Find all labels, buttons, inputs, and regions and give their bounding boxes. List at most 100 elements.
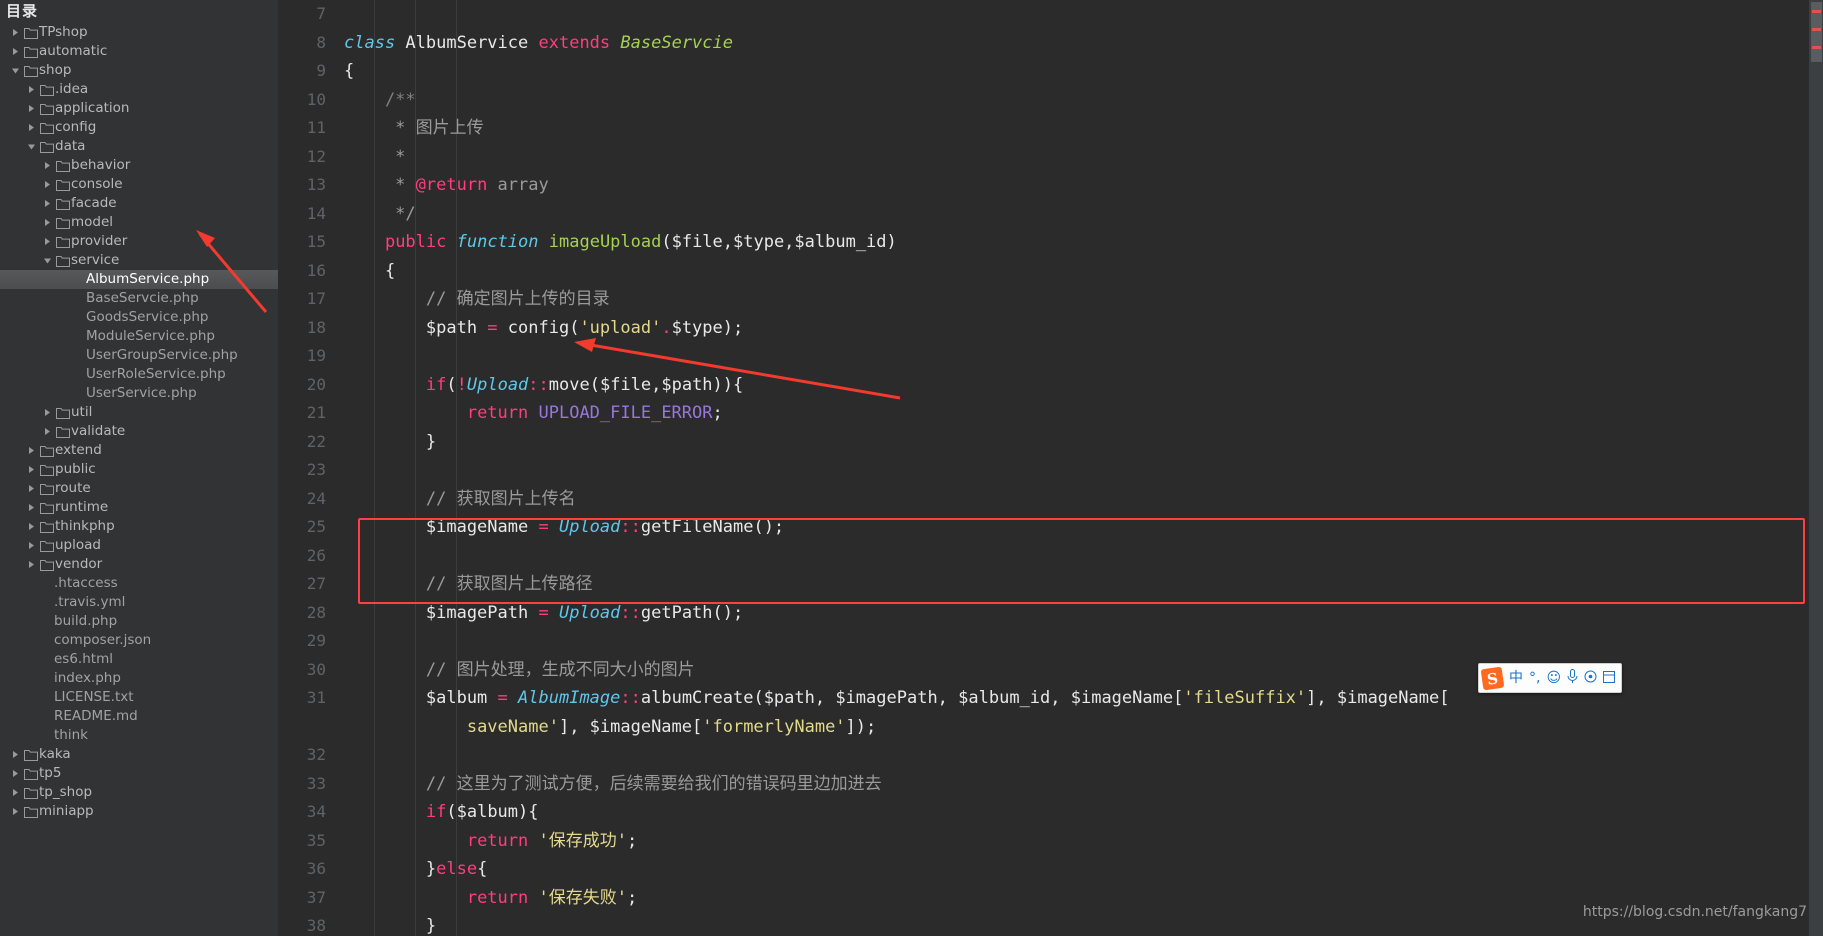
chevron-down-icon[interactable] [40,256,54,265]
code-text[interactable]: class AlbumService extends BaseServcie [334,29,733,58]
code-line[interactable]: 28 $imagePath = Upload::getPath(); [278,599,1823,628]
code-text[interactable]: $album = AlbumImage::albumCreate($path, … [334,684,1450,713]
chevron-right-icon[interactable] [24,123,38,132]
tree-item-behavior[interactable]: behavior [0,156,278,175]
tree-item-provider[interactable]: provider [0,232,278,251]
tree-item-shop[interactable]: shop [0,61,278,80]
code-line[interactable]: 13 * @return array [278,171,1823,200]
tree-item-thinkphp[interactable]: thinkphp [0,517,278,536]
code-line[interactable]: 22 } [278,428,1823,457]
chevron-right-icon[interactable] [40,427,54,436]
tree-item-userservice-php[interactable]: UserService.php [0,384,278,403]
code-text[interactable]: return '保存失败'; [334,884,637,913]
tree-item-model[interactable]: model [0,213,278,232]
code-text[interactable]: $imageName = Upload::getFileName(); [334,513,784,542]
code-text[interactable]: // 获取图片上传路径 [334,570,593,599]
ime-menu-icon[interactable] [1603,670,1616,686]
tree-item-goodsservice-php[interactable]: GoodsService.php [0,308,278,327]
tree-item-extend[interactable]: extend [0,441,278,460]
tree-item-tp-shop[interactable]: tp_shop [0,783,278,802]
tree-item-facade[interactable]: facade [0,194,278,213]
tree-item-tp5[interactable]: tp5 [0,764,278,783]
tree-item-console[interactable]: console [0,175,278,194]
code-text[interactable] [334,0,344,29]
tree-item-baseservcie-php[interactable]: BaseServcie.php [0,289,278,308]
code-text[interactable]: { [334,257,395,286]
code-text[interactable] [334,741,344,770]
code-text[interactable]: */ [334,200,415,229]
code-line[interactable]: 29 [278,627,1823,656]
code-line[interactable]: 26 [278,542,1823,571]
chevron-right-icon[interactable] [24,446,38,455]
code-line[interactable]: 8 class AlbumService extends BaseServcie [278,29,1823,58]
tree-item-readme-md[interactable]: README.md [0,707,278,726]
tree-item-moduleservice-php[interactable]: ModuleService.php [0,327,278,346]
code-text[interactable]: /** [334,86,416,115]
chevron-right-icon[interactable] [8,807,22,816]
ime-language-toggle[interactable]: 中 [1509,671,1523,685]
chevron-right-icon[interactable] [8,788,22,797]
chevron-right-icon[interactable] [8,769,22,778]
code-text[interactable]: $path = config('upload'.$type); [334,314,743,343]
chevron-right-icon[interactable] [24,104,38,113]
code-line[interactable]: 33 // 这里为了测试方便，后续需要给我们的错误码里边加进去 [278,770,1823,799]
code-text[interactable]: // 确定图片上传的目录 [334,285,610,314]
tree-item-think[interactable]: think [0,726,278,745]
chevron-right-icon[interactable] [40,218,54,227]
chevron-down-icon[interactable] [8,66,22,75]
chevron-down-icon[interactable] [24,142,38,151]
code-line[interactable]: 18 $path = config('upload'.$type); [278,314,1823,343]
code-text[interactable]: } [334,912,436,936]
tree-item-kaka[interactable]: kaka [0,745,278,764]
code-text[interactable]: // 这里为了测试方便，后续需要给我们的错误码里边加进去 [334,770,882,799]
code-line[interactable]: 20 if(!Upload::move($file,$path)){ [278,371,1823,400]
error-marker[interactable] [1812,10,1821,13]
code-line[interactable]: 23 [278,456,1823,485]
code-editor[interactable]: 7 8 class AlbumService extends BaseServcie… [278,0,1823,936]
code-text[interactable]: return UPLOAD_FILE_ERROR; [334,399,723,428]
code-line[interactable]: 25 $imageName = Upload::getFileName(); [278,513,1823,542]
tree-item-validate[interactable]: validate [0,422,278,441]
tree-item-build-php[interactable]: build.php [0,612,278,631]
code-text[interactable] [334,456,344,485]
code-text[interactable]: * 图片上传 [334,114,483,143]
code-text[interactable]: } [334,428,436,457]
code-line[interactable]: 9{ [278,57,1823,86]
tree-item-travis-yml[interactable]: .travis.yml [0,593,278,612]
tree-item-index-php[interactable]: index.php [0,669,278,688]
code-line[interactable]: 17 // 确定图片上传的目录 [278,285,1823,314]
chevron-right-icon[interactable] [40,408,54,417]
chevron-right-icon[interactable] [24,85,38,94]
chevron-right-icon[interactable] [24,560,38,569]
editor-scrollbar[interactable] [1809,0,1823,936]
tree-item-userroleservice-php[interactable]: UserRoleService.php [0,365,278,384]
code-line[interactable]: 7 [278,0,1823,29]
code-line[interactable]: 34 if($album){ [278,798,1823,827]
chevron-right-icon[interactable] [8,47,22,56]
tree-item-idea[interactable]: .idea [0,80,278,99]
code-text[interactable]: }else{ [334,855,487,884]
tree-item-application[interactable]: application [0,99,278,118]
code-text[interactable]: * [334,143,405,172]
code-line[interactable]: 14 */ [278,200,1823,229]
error-marker[interactable] [1812,46,1821,49]
chevron-right-icon[interactable] [24,541,38,550]
ime-toolbox-icon[interactable] [1584,670,1597,686]
code-line[interactable]: 16 { [278,257,1823,286]
tree-item-htaccess[interactable]: .htaccess [0,574,278,593]
code-line[interactable]: 15 public function imageUpload($file,$ty… [278,228,1823,257]
code-text[interactable]: return '保存成功'; [334,827,637,856]
chevron-right-icon[interactable] [40,199,54,208]
chevron-right-icon[interactable] [24,484,38,493]
tree-item-public[interactable]: public [0,460,278,479]
tree-item-automatic[interactable]: automatic [0,42,278,61]
code-line[interactable]: 10 /** [278,86,1823,115]
tree-item-albumservice-php[interactable]: AlbumService.php [0,270,278,289]
tree-item-route[interactable]: route [0,479,278,498]
ime-voice-icon[interactable] [1567,669,1578,687]
chevron-right-icon[interactable] [40,237,54,246]
code-line[interactable]: 32 [278,741,1823,770]
sogou-ime-logo-icon[interactable]: S [1480,666,1505,690]
tree-item-runtime[interactable]: runtime [0,498,278,517]
chevron-right-icon[interactable] [40,161,54,170]
